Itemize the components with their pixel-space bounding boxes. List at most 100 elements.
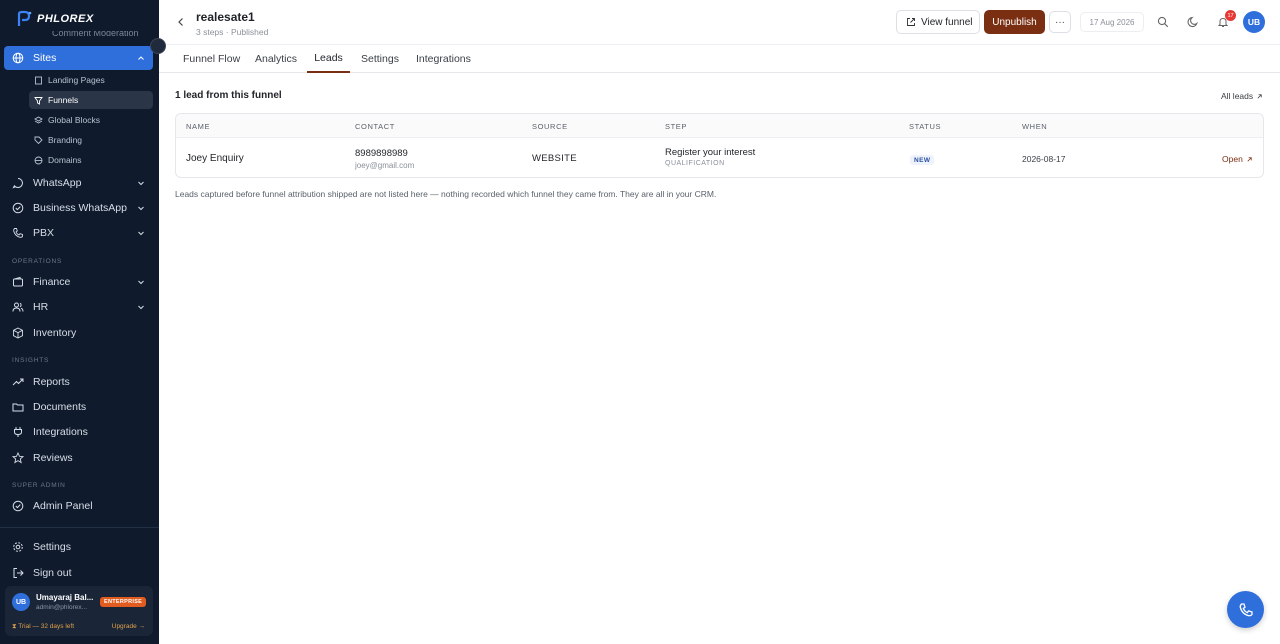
sidebar-sub-item-branding[interactable]: Branding — [29, 131, 153, 149]
shield-check-icon — [12, 500, 24, 512]
sidebar-item-label: Finance — [33, 276, 71, 288]
lead-step-stage: QUALIFICATION — [665, 160, 725, 167]
status-badge: NEW — [910, 155, 935, 165]
open-lead-link[interactable]: Open — [1222, 154, 1253, 164]
sub-item-label: Global Blocks — [48, 115, 100, 125]
tab-bar: Funnel Flow Analytics Leads Settings Int… — [159, 45, 1280, 73]
lead-source: WEBSITE — [532, 153, 577, 164]
sidebar-item-business-whatsapp[interactable]: Business WhatsApp — [4, 196, 153, 220]
column-header-step: STEP — [665, 122, 687, 131]
phone-icon — [1239, 602, 1253, 616]
plug-icon — [12, 426, 24, 438]
lead-phone: 8989898989 — [355, 148, 408, 159]
external-link-icon — [906, 17, 916, 27]
sidebar-item-label: Business WhatsApp — [33, 202, 127, 214]
tab-analytics[interactable]: Analytics — [255, 45, 297, 73]
sidebar-item-sign-out[interactable]: Sign out — [4, 561, 153, 585]
sidebar-sub-item-domains[interactable]: Domains — [29, 151, 153, 169]
chevron-left-icon[interactable] — [175, 16, 187, 28]
chevron-up-icon — [138, 56, 144, 60]
sidebar-sub-item-funnels[interactable]: Funnels — [29, 91, 153, 109]
sidebar-item-hr[interactable]: HR — [4, 295, 153, 319]
gear-icon — [12, 541, 24, 553]
sub-item-label: Domains — [48, 155, 82, 165]
plan-badge: ENTERPRISE — [100, 597, 147, 607]
trial-status: ⧗ Trial — 32 days left — [12, 623, 75, 630]
sidebar-item-integrations[interactable]: Integrations — [4, 420, 153, 444]
sidebar-item-reviews[interactable]: Reviews — [4, 446, 153, 470]
trend-up-icon — [12, 376, 24, 388]
upgrade-link[interactable]: Upgrade → — [112, 623, 145, 630]
sidebar-item-admin-panel[interactable]: Admin Panel — [4, 494, 153, 518]
open-lead-label: Open — [1222, 154, 1243, 164]
column-header-contact: CONTACT — [355, 122, 395, 131]
sidebar-item-label: HR — [33, 301, 49, 313]
search-icon[interactable] — [1157, 16, 1169, 28]
moon-icon[interactable] — [1187, 16, 1199, 28]
sidebar-item-documents[interactable]: Documents — [4, 395, 153, 419]
sidebar-divider — [0, 527, 159, 528]
brand-name: PHLOREX — [37, 13, 94, 25]
all-leads-link[interactable]: All leads — [1221, 91, 1263, 101]
page-icon — [34, 76, 43, 85]
call-fab-button[interactable] — [1227, 591, 1264, 628]
top-bar: realesate1 3 steps · Published View funn… — [159, 0, 1280, 45]
sidebar-sub-item-landing-pages[interactable]: Landing Pages — [29, 71, 153, 89]
sidebar-item-sites[interactable]: Sites — [4, 46, 153, 70]
globe-icon — [12, 52, 24, 64]
tab-funnel-flow[interactable]: Funnel Flow — [183, 45, 240, 73]
column-header-source: SOURCE — [532, 122, 568, 131]
avatar[interactable]: UB — [1243, 11, 1265, 33]
lead-step: Register your interest — [665, 147, 756, 158]
lead-email: joey@gmail.com — [355, 161, 415, 170]
chat-bubble-icon — [12, 177, 24, 189]
sidebar-item-whatsapp[interactable]: WhatsApp — [4, 171, 153, 195]
chevron-down-icon — [138, 231, 144, 236]
sidebar-item-label: Documents — [33, 401, 87, 413]
sidebar-item-reports[interactable]: Reports — [4, 370, 153, 394]
sidebar-sub-item-global-blocks[interactable]: Global Blocks — [29, 111, 153, 129]
section-label-super-admin: SUPER ADMIN — [12, 482, 66, 489]
check-circle-icon — [12, 202, 24, 214]
notification-badge: 17 — [1225, 10, 1236, 21]
sidebar-item-pbx[interactable]: PBX — [4, 221, 153, 245]
chevron-down-icon — [138, 280, 144, 285]
sidebar-item-label: Sites — [33, 52, 57, 64]
box-icon — [12, 327, 24, 339]
page-subtitle: 3 steps · Published — [196, 27, 269, 37]
table-row[interactable]: Joey Enquiry 8989898989 joey@gmail.com W… — [176, 138, 1263, 177]
sidebar-item-settings[interactable]: Settings — [4, 535, 153, 559]
leads-table: NAME CONTACT SOURCE STEP STATUS WHEN Joe… — [175, 113, 1264, 178]
chevron-down-icon — [138, 181, 144, 186]
view-funnel-button[interactable]: View funnel — [896, 10, 980, 34]
sidebar-item-inventory[interactable]: Inventory — [4, 321, 153, 345]
more-options-button[interactable]: ··· — [1049, 11, 1071, 33]
section-label-operations: OPERATIONS — [12, 258, 63, 265]
chevron-down-icon — [138, 206, 144, 211]
sidebar-item-label: PBX — [33, 227, 55, 239]
date-display: 17 Aug 2026 — [1080, 12, 1144, 32]
sidebar-sub-item-comment-moderation[interactable]: Comment Moderation — [52, 31, 139, 39]
tab-integrations[interactable]: Integrations — [416, 45, 471, 73]
table-header: NAME CONTACT SOURCE STEP STATUS WHEN — [176, 114, 1263, 138]
sidebar-collapse-handle[interactable] — [150, 38, 166, 54]
logout-icon — [12, 567, 24, 579]
phlorex-logo-icon — [17, 10, 32, 26]
sidebar-item-label: Reports — [33, 376, 70, 388]
avatar: UB — [12, 593, 30, 611]
arrow-up-right-icon — [1247, 156, 1252, 162]
folder-icon — [12, 401, 24, 413]
wallet-icon — [12, 276, 24, 288]
tab-settings[interactable]: Settings — [361, 45, 399, 73]
tab-leads[interactable]: Leads — [307, 45, 350, 73]
unpublish-button[interactable]: Unpublish — [984, 10, 1045, 34]
sidebar-item-label: Inventory — [33, 327, 77, 339]
user-name: Umayaraj Bal... — [36, 593, 94, 602]
section-label-insights: INSIGHTS — [12, 357, 50, 364]
column-header-when: WHEN — [1022, 122, 1048, 131]
brand-logo[interactable]: PHLOREX — [14, 8, 94, 30]
chevron-down-icon — [138, 305, 144, 310]
sidebar-item-finance[interactable]: Finance — [4, 270, 153, 294]
page-title: realesate1 — [196, 10, 255, 24]
user-card[interactable]: UB Umayaraj Bal... admin@phlorex... ENTE… — [5, 586, 153, 636]
